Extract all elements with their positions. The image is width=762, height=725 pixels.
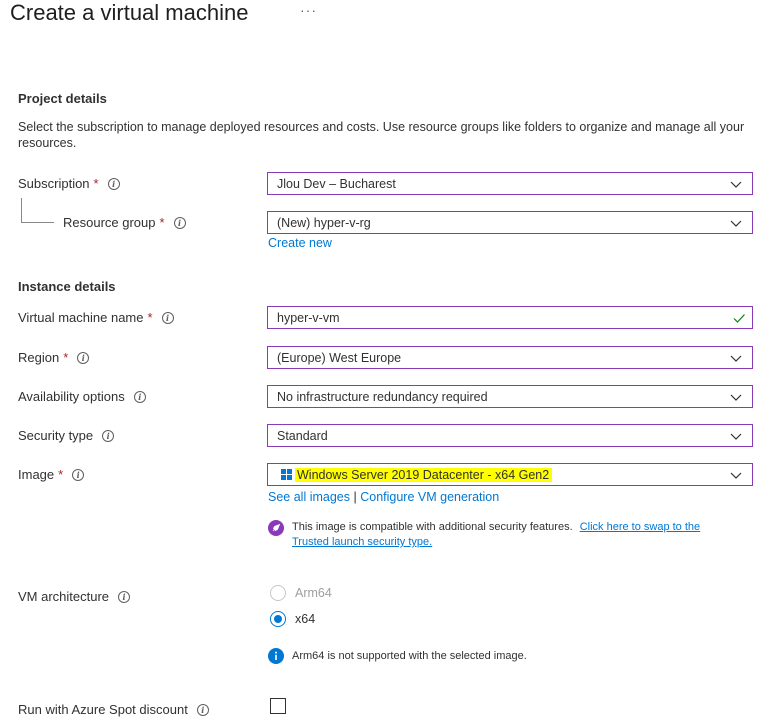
azure-spot-checkbox[interactable] <box>270 698 286 714</box>
configure-vm-generation-link[interactable]: Configure VM generation <box>360 490 499 504</box>
chevron-down-icon <box>730 355 742 362</box>
availability-options-label: Availability options i <box>18 389 146 404</box>
subscription-label: Subscription * i <box>18 176 120 191</box>
rocket-icon <box>268 520 284 536</box>
info-circle-icon[interactable]: i <box>72 468 85 481</box>
instance-details-heading: Instance details <box>18 279 116 294</box>
radio-x64[interactable] <box>270 611 286 627</box>
link-separator: | <box>353 490 357 504</box>
info-circle-icon[interactable]: i <box>118 590 131 603</box>
subscription-dropdown[interactable]: Jlou Dev – Bucharest <box>267 172 753 195</box>
resource-group-dropdown[interactable]: (New) hyper-v-rg <box>267 211 753 234</box>
vm-architecture-label: VM architecture i <box>18 589 131 604</box>
info-circle-icon[interactable]: i <box>133 390 146 403</box>
image-selected-value: Windows Server 2019 Datacenter - x64 Gen… <box>295 467 553 482</box>
see-all-images-link[interactable]: See all images <box>268 490 350 504</box>
info-circle-icon[interactable]: i <box>77 351 90 364</box>
vm-name-input[interactable]: hyper-v-vm <box>267 306 753 329</box>
vm-name-label: Virtual machine name * i <box>18 310 174 325</box>
required-marker: * <box>93 176 99 191</box>
trusted-launch-security-type-link[interactable]: Trusted launch security type. <box>292 536 432 548</box>
chevron-down-icon <box>730 181 742 188</box>
info-circle-icon[interactable]: i <box>196 703 209 716</box>
project-details-description: Select the subscription to manage deploy… <box>18 120 745 150</box>
create-new-link[interactable]: Create new <box>268 236 332 250</box>
radio-arm64[interactable] <box>270 585 286 601</box>
checkmark-icon <box>733 314 745 323</box>
windows-logo-icon <box>281 469 292 480</box>
info-circle-icon[interactable]: i <box>161 311 174 324</box>
tree-connector <box>21 222 54 223</box>
chevron-down-icon <box>730 394 742 401</box>
security-type-label: Security type i <box>18 428 115 443</box>
tree-connector <box>21 198 22 222</box>
image-dropdown[interactable]: Windows Server 2019 Datacenter - x64 Gen… <box>267 463 753 486</box>
info-circle-icon[interactable]: i <box>173 216 186 229</box>
info-circle-icon[interactable]: i <box>107 177 120 190</box>
required-marker: * <box>159 215 165 230</box>
info-circle-icon[interactable]: i <box>102 429 115 442</box>
image-links: See all images | Configure VM generation <box>268 490 499 504</box>
radio-x64-label: x64 <box>295 612 316 626</box>
region-label: Region * i <box>18 350 90 365</box>
required-marker: * <box>58 467 64 482</box>
required-marker: * <box>63 350 69 365</box>
security-type-dropdown[interactable]: Standard <box>267 424 753 447</box>
resource-group-label: Resource group * i <box>63 215 186 230</box>
region-dropdown[interactable]: (Europe) West Europe <box>267 346 753 369</box>
azure-spot-label: Run with Azure Spot discount i <box>18 702 209 717</box>
availability-options-dropdown[interactable]: No infrastructure redundancy required <box>267 385 753 408</box>
required-marker: * <box>147 310 153 325</box>
arm64-unsupported-notice: Arm64 is not supported with the selected… <box>292 650 527 662</box>
info-filled-icon <box>268 648 284 664</box>
chevron-down-icon <box>730 472 742 479</box>
chevron-down-icon <box>730 433 742 440</box>
radio-arm64-label: Arm64 <box>295 586 332 600</box>
more-options-button[interactable]: ··· <box>300 3 317 17</box>
trusted-launch-notice: This image is compatible with additional… <box>292 521 701 548</box>
swap-trusted-launch-link[interactable]: Click here to swap to the <box>580 521 700 533</box>
page-title: Create a virtual machine <box>10 0 249 25</box>
chevron-down-icon <box>730 220 742 227</box>
project-details-heading: Project details <box>18 91 107 106</box>
image-label: Image * i <box>18 467 85 482</box>
